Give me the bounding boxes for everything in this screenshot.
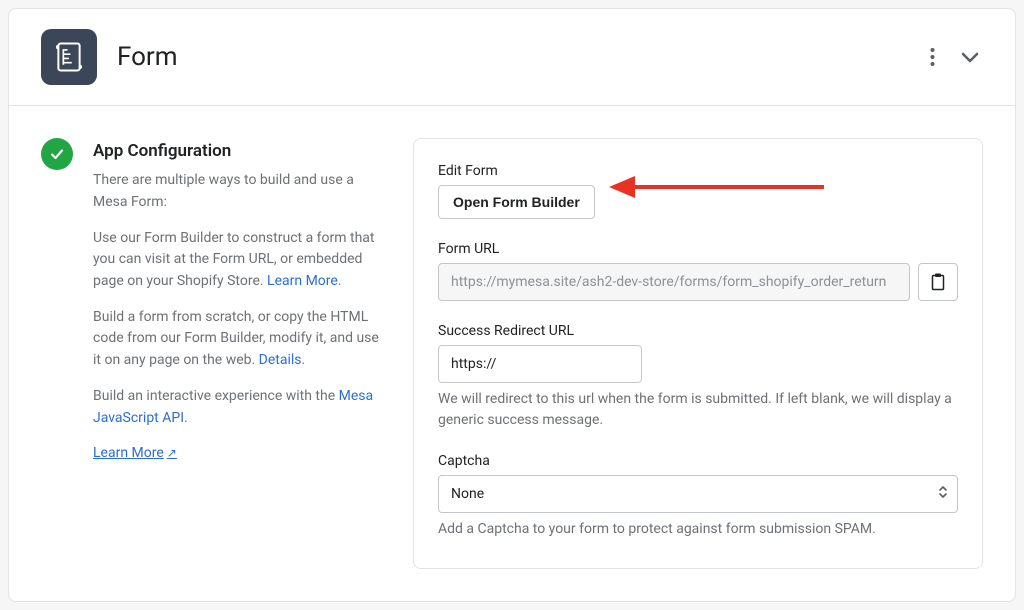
success-url-help: We will redirect to this url when the fo… [438,389,958,431]
open-form-builder-button[interactable]: Open Form Builder [438,185,595,219]
success-url-input[interactable] [438,345,642,383]
form-url-input[interactable] [438,263,910,301]
collapse-button[interactable] [957,48,983,67]
external-link-icon: ↗ [167,446,177,460]
status-check-badge [41,138,73,170]
chevron-down-icon [961,52,979,63]
period: . [184,410,188,426]
page-header: Form [9,9,1015,106]
sidebar-text: App Configuration There are multiple way… [93,138,381,569]
form-url-group: Form URL [438,241,958,301]
learn-more-link-bottom[interactable]: Learn More↗ [93,445,177,461]
success-url-group: Success Redirect URL We will redirect to… [438,323,958,431]
period: . [302,352,306,368]
copy-url-button[interactable] [918,263,958,301]
sidebar-p1: Use our Form Builder to construct a form… [93,228,381,293]
page-container: Form App Co [8,8,1016,602]
details-link[interactable]: Details [259,352,302,368]
captcha-group: Captcha None Add a Captcha to your form … [438,453,958,540]
edit-form-label: Edit Form [438,163,958,179]
form-app-icon [41,29,97,85]
check-icon [49,146,65,162]
kebab-icon [930,47,935,67]
more-menu-button[interactable] [926,43,939,71]
config-card: Edit Form Open Form Builder Form URL [413,138,983,569]
sidebar-p2: Build a form from scratch, or copy the H… [93,307,381,372]
page-title: Form [117,42,926,72]
sidebar-p3-text: Build an interactive experience with the [93,388,339,404]
form-url-label: Form URL [438,241,958,257]
captcha-select-wrap: None [438,475,958,513]
sidebar-intro: There are multiple ways to build and use… [93,170,381,213]
period: . [338,273,342,289]
left-column: App Configuration There are multiple way… [41,138,381,569]
form-url-row [438,263,958,301]
sidebar-learn-more: Learn More↗ [93,443,381,465]
header-actions [926,43,983,71]
content-area: App Configuration There are multiple way… [9,106,1015,601]
captcha-select[interactable]: None [438,475,958,513]
captcha-help: Add a Captcha to your form to protect ag… [438,519,958,540]
sidebar-heading: App Configuration [93,138,381,164]
learn-more-link-1[interactable]: Learn More [267,273,338,289]
captcha-label: Captcha [438,453,958,469]
edit-form-group: Edit Form Open Form Builder [438,163,958,219]
sidebar-p3: Build an interactive experience with the… [93,386,381,429]
sidebar-p2-text: Build a form from scratch, or copy the H… [93,309,379,368]
clipboard-icon [930,273,946,291]
learn-more-text: Learn More [93,445,164,461]
success-url-label: Success Redirect URL [438,323,958,339]
